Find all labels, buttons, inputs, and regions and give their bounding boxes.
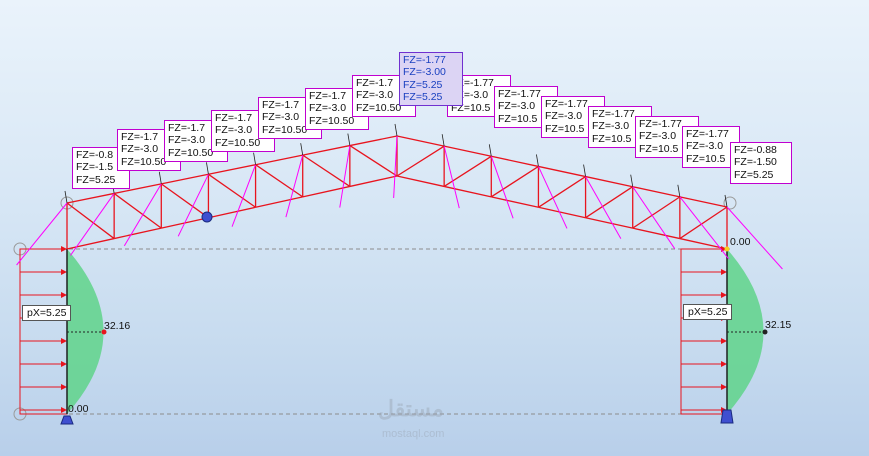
right-support: [720, 409, 734, 424]
truss-top-chord: [632, 186, 680, 198]
truss-diagonal: [679, 206, 728, 240]
label-leader: [394, 123, 398, 137]
selected-node: [201, 211, 213, 223]
label-leader: [206, 162, 209, 175]
truss-bottom-chord: [585, 217, 633, 229]
right-pressure-arrowhead: [721, 384, 727, 390]
label-leader: [253, 152, 256, 165]
right-pressure-arrowhead: [721, 269, 727, 275]
label-leader: [441, 134, 445, 147]
truss-top-chord: [349, 135, 398, 147]
label-leader: [724, 194, 728, 208]
right-pressure-arrowhead: [721, 361, 727, 367]
right-px-label[interactable]: pX=5.25: [683, 304, 733, 320]
truss-bottom-chord: [538, 206, 586, 219]
label-leader: [677, 184, 681, 197]
truss-diagonal: [349, 145, 398, 177]
left-base-value: 0.00: [68, 403, 89, 415]
left-pressure-arrowhead: [61, 338, 67, 344]
truss-bottom-chord: [114, 227, 162, 240]
load-line: [70, 193, 115, 256]
truss-bottom-chord: [632, 227, 680, 240]
watermark-logo: مستقل: [378, 396, 444, 421]
truss-bottom-chord: [255, 196, 303, 208]
truss-top-chord: [161, 173, 209, 185]
left-px-label[interactable]: pX=5.25: [22, 305, 72, 321]
truss-diagonal: [66, 202, 115, 240]
right-top-node: [724, 246, 730, 252]
truss-diagonal: [302, 154, 351, 187]
truss-top-chord: [66, 192, 115, 204]
truss-top-chord: [585, 175, 633, 188]
truss-top-chord: [302, 144, 350, 156]
truss-diagonal: [585, 186, 634, 219]
truss-top-chord: [444, 145, 492, 157]
load-line: [443, 146, 460, 209]
right-pressure-arrowhead: [721, 338, 727, 344]
right-max-value: 32.15: [765, 319, 792, 331]
label-leader: [583, 164, 586, 177]
load-line: [231, 164, 257, 227]
truss-bottom-chord: [66, 237, 115, 250]
truss-bottom-chord: [396, 175, 445, 188]
left-pressure-arrowhead: [61, 246, 67, 252]
load-label-15[interactable]: FZ=-0.88 FZ=-1.50 FZ=5.25: [730, 142, 792, 184]
load-line: [16, 202, 68, 266]
left-pressure-frame: [19, 248, 68, 415]
label-leader: [488, 144, 492, 157]
structure-viewport[interactable]: FZ=-0.8 FZ=-1.5 FZ=5.25 FZ=-1.7 FZ=-3.0 FZ=1…: [0, 0, 869, 456]
truss-top-chord: [538, 165, 586, 178]
left-pressure-arrowhead: [61, 407, 67, 413]
truss-top-chord: [491, 155, 539, 168]
left-pressure-arrowhead: [61, 384, 67, 390]
truss-top-chord: [255, 154, 303, 166]
truss-diagonal: [208, 173, 256, 208]
left-pressure-arrowhead: [61, 269, 67, 275]
load-line: [123, 183, 162, 247]
label-leader: [158, 171, 162, 184]
left-pressure-arrowhead: [61, 292, 67, 298]
right-pressure-frame: [680, 248, 728, 415]
truss-diagonal: [490, 165, 539, 198]
truss-bottom-chord: [491, 196, 539, 208]
left-pressure-arrowhead: [61, 361, 67, 367]
load-line: [537, 166, 568, 229]
truss-top-chord: [208, 164, 256, 175]
label-leader: [300, 143, 304, 156]
watermark-url: mostaql.com: [382, 428, 445, 440]
left-support: [60, 415, 74, 425]
right-pressure-arrowhead: [721, 292, 727, 298]
truss-top-chord: [396, 135, 445, 147]
load-line: [285, 155, 304, 218]
load-line: [177, 174, 209, 237]
load-line: [585, 176, 622, 239]
load-line: [632, 186, 676, 249]
truss-diagonal: [443, 155, 492, 187]
load-label-selected[interactable]: FZ=-1.77 FZ=-3.00 FZ=5.25 FZ=5.25: [399, 52, 463, 107]
truss-bottom-chord: [444, 185, 492, 198]
label-leader: [347, 133, 351, 146]
label-leader: [630, 174, 634, 187]
right-top-value: 0.00: [730, 236, 751, 248]
left-max-value: 32.16: [104, 320, 131, 332]
load-line: [339, 145, 351, 208]
label-leader: [536, 154, 539, 167]
truss-diagonal: [396, 145, 445, 177]
truss-diagonal: [632, 196, 681, 229]
truss-bottom-chord: [208, 206, 256, 219]
load-line: [490, 156, 514, 219]
truss-bottom-chord: [349, 175, 398, 188]
